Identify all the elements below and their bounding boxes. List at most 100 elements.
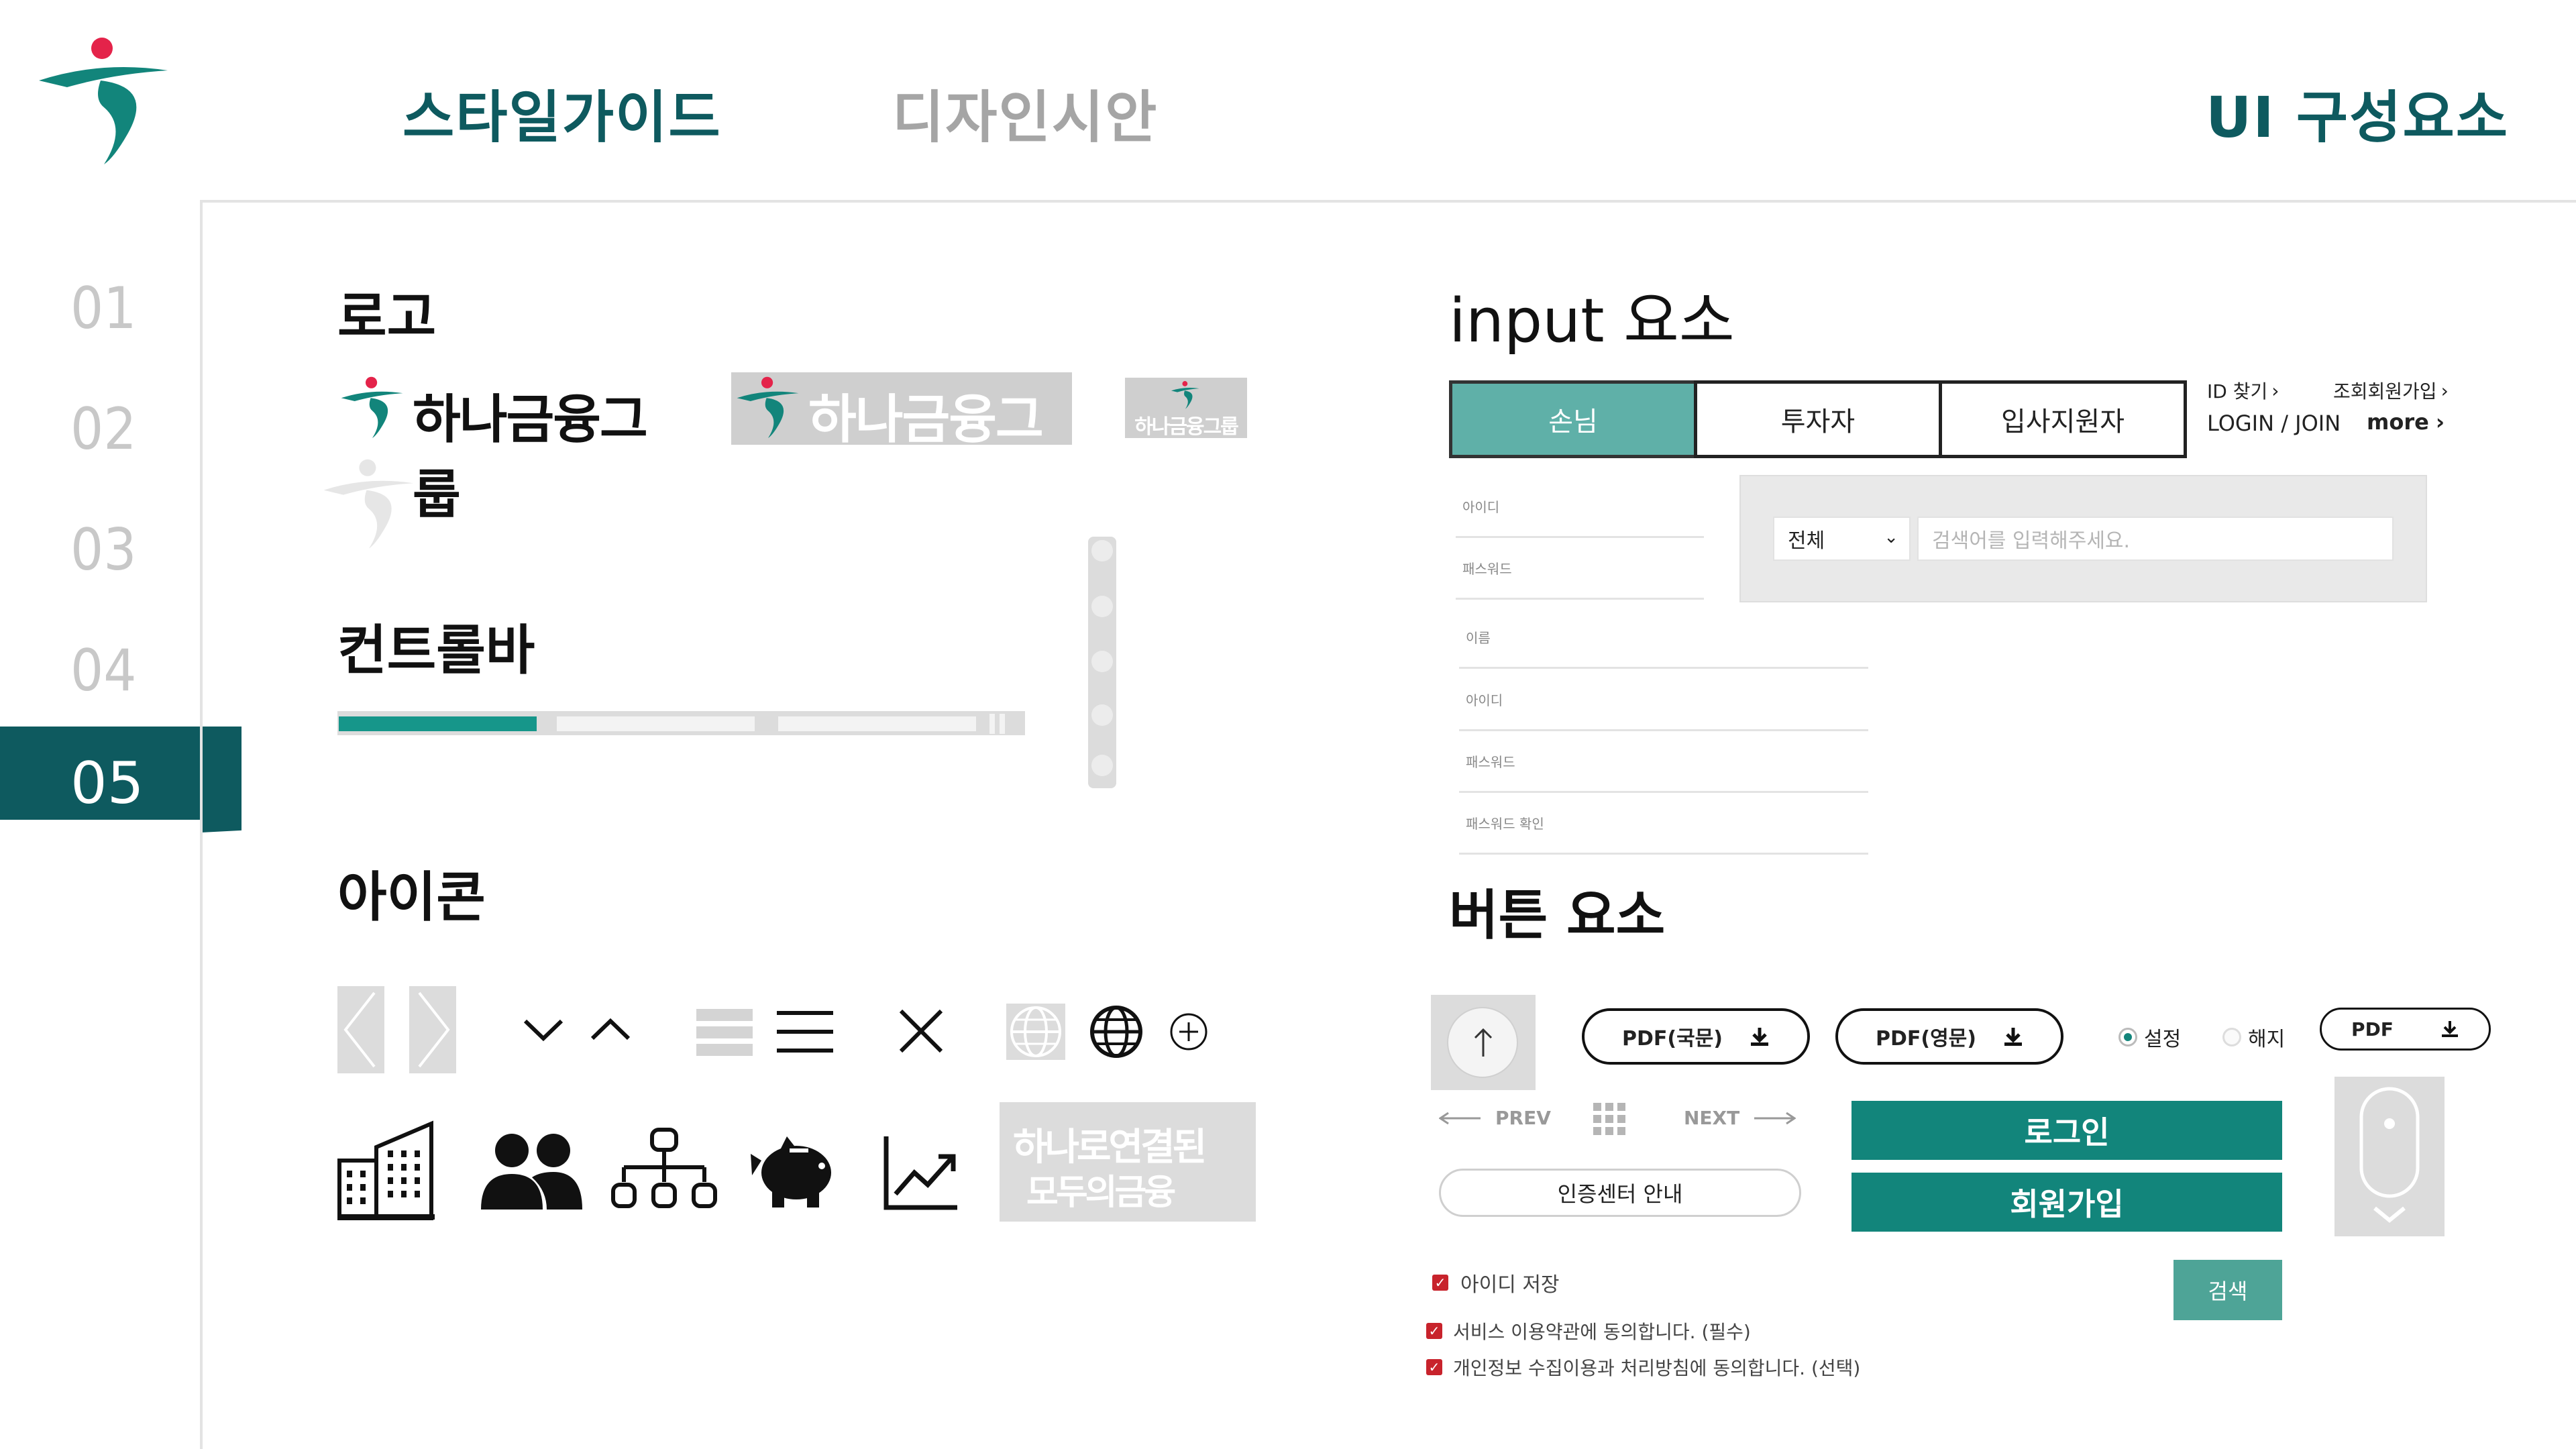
progress-fill	[339, 716, 537, 731]
section-title-controlbar: 컨트롤바	[337, 619, 535, 682]
radio-option-off[interactable]: 해지	[2222, 1022, 2285, 1052]
radio-option-on[interactable]: 설정	[2118, 1022, 2181, 1052]
section-title-input: input 요소	[1449, 286, 1735, 356]
sidebar-item-05[interactable]: 05	[70, 750, 144, 817]
radio-off-label: 해지	[2248, 1028, 2286, 1051]
scroll-dot[interactable]	[1091, 596, 1113, 617]
grid-icon[interactable]	[1593, 1103, 1627, 1139]
brand-logo-small: 하나금융그룹	[1125, 378, 1247, 439]
join-link[interactable]: 조회회원가입 ›	[2333, 377, 2449, 404]
arrow-right-icon[interactable]	[409, 986, 456, 1073]
checkbox-checked-icon: ✓	[1426, 1323, 1442, 1339]
pdf-english-label: PDF(영문)	[1875, 1027, 1976, 1051]
building-icon	[337, 1120, 435, 1224]
search-category-select[interactable]: 전체 ⌄	[1773, 517, 1911, 561]
sidebar-item-01[interactable]: 01	[70, 275, 136, 342]
search-button[interactable]: 검색	[2174, 1260, 2282, 1320]
progress-handle[interactable]	[989, 714, 995, 734]
slogan-logo: 하나로연결된 모두의금융	[1000, 1102, 1256, 1222]
chevron-down-icon[interactable]	[520, 1013, 567, 1049]
menu-grey-icon[interactable]	[696, 1006, 753, 1061]
scroll-dot[interactable]	[1091, 540, 1113, 561]
field-id[interactable]: 아이디	[1456, 496, 1704, 538]
section-title-logo: 로고	[337, 286, 437, 348]
arrow-up-icon	[1474, 1028, 1493, 1057]
checkbox-checked-icon: ✓	[1432, 1275, 1448, 1291]
piggy-bank-icon	[748, 1134, 839, 1214]
globe-grey-icon[interactable]	[1006, 1004, 1065, 1060]
chevron-down-icon: ⌄	[1884, 527, 1898, 547]
chevron-right-icon: ›	[2271, 379, 2279, 402]
pdf-korean-label: PDF(국문)	[1621, 1027, 1723, 1051]
login-button[interactable]: 로그인	[1851, 1101, 2282, 1160]
prev-button[interactable]: PREV	[1439, 1107, 1551, 1129]
more-link[interactable]: more ›	[2367, 409, 2445, 435]
progress-segment	[557, 716, 755, 731]
progress-handle[interactable]	[1000, 714, 1005, 734]
slogan-line-2: 모두의금융	[1026, 1173, 1176, 1213]
nav-style-guide[interactable]: 스타일가이드	[402, 72, 722, 154]
section-title-button: 버튼 요소	[1449, 884, 1666, 947]
download-icon	[2441, 1021, 2458, 1037]
nav-design-draft[interactable]: 디자인시안	[892, 72, 1158, 154]
chevron-up-icon[interactable]	[587, 1013, 634, 1049]
scroll-dot[interactable]	[1091, 651, 1113, 672]
sidebar-item-02[interactable]: 02	[70, 396, 136, 463]
login-join-link[interactable]: LOGIN / JOIN	[2207, 411, 2341, 436]
radio-off-icon	[2222, 1028, 2241, 1046]
users-icon	[480, 1130, 584, 1214]
brand-logo-text: 하나금융그룹	[413, 390, 648, 525]
slogan-line-1: 하나로연결된	[1013, 1126, 1207, 1169]
close-icon[interactable]	[898, 1008, 945, 1057]
find-id-label: ID 찾기	[2207, 380, 2268, 402]
mouse-icon	[2359, 1087, 2420, 1223]
tab-applicant[interactable]: 입사지원자	[1939, 380, 2187, 458]
arrow-left-icon[interactable]	[337, 986, 384, 1073]
tab-customer[interactable]: 손님	[1449, 380, 1697, 458]
radio-on-label: 설정	[2144, 1028, 2182, 1051]
scroll-indicator[interactable]	[2334, 1077, 2445, 1236]
search-select-value: 전체	[1788, 529, 1825, 553]
find-id-link[interactable]: ID 찾기 ›	[2207, 377, 2279, 404]
pdf-korean-button[interactable]: PDF(국문)	[1582, 1008, 1810, 1065]
brand-logo-on-grey: 하나금융그룹	[731, 372, 1072, 525]
chevron-right-icon: ›	[2440, 379, 2449, 402]
menu-icon[interactable]	[777, 1010, 833, 1057]
scroll-dot[interactable]	[1091, 755, 1113, 776]
chevron-right-icon: ›	[2435, 409, 2445, 435]
brand-logo-small-text: 하나금융그룹	[1134, 415, 1239, 439]
save-id-label: 아이디 저장	[1460, 1273, 1560, 1297]
search-input[interactable]: 검색어를 입력해주세요.	[1917, 517, 2394, 561]
terms-checkbox[interactable]: ✓ 서비스 이용약관에 동의합니다. (필수)	[1426, 1318, 1751, 1344]
download-icon	[2004, 1028, 2022, 1046]
field-password[interactable]: 패스워드	[1456, 558, 1704, 600]
field-password-confirm[interactable]: 패스워드 확인	[1459, 813, 1868, 855]
field-id-2[interactable]: 아이디	[1459, 690, 1868, 731]
next-button[interactable]: NEXT	[1684, 1107, 1796, 1129]
prev-label: PREV	[1495, 1107, 1551, 1129]
field-password-2[interactable]: 패스워드	[1459, 751, 1868, 793]
radio-on-icon	[2118, 1028, 2137, 1046]
growth-chart-icon	[882, 1134, 959, 1214]
field-name[interactable]: 이름	[1459, 627, 1868, 669]
cert-center-button[interactable]: 인증센터 안내	[1439, 1169, 1801, 1217]
pdf-button[interactable]: PDF	[2320, 1008, 2491, 1051]
scroll-top-button[interactable]	[1431, 995, 1536, 1090]
globe-icon[interactable]	[1087, 1004, 1146, 1063]
sidebar-item-04[interactable]: 04	[70, 637, 136, 704]
arrow-left-icon	[1439, 1112, 1481, 1124]
plus-circle-icon[interactable]	[1169, 1012, 1209, 1055]
privacy-checkbox[interactable]: ✓ 개인정보 수집이용과 처리방침에 동의합니다. (선택)	[1426, 1354, 1860, 1381]
checkbox-checked-icon: ✓	[1426, 1359, 1442, 1375]
scroll-dot[interactable]	[1091, 704, 1113, 726]
tab-investor[interactable]: 투자자	[1694, 380, 1942, 458]
progress-segment	[778, 716, 976, 731]
arrow-right-icon	[1754, 1112, 1796, 1124]
nav-ui-components[interactable]: UI 구성요소	[2206, 72, 2509, 154]
hana-symbol-grey-icon	[315, 456, 423, 559]
save-id-checkbox[interactable]: ✓ 아이디 저장	[1432, 1268, 1560, 1297]
pdf-english-button[interactable]: PDF(영문)	[1835, 1008, 2063, 1065]
sidebar-item-03[interactable]: 03	[70, 517, 136, 584]
hana-logo-icon[interactable]	[27, 34, 181, 174]
signup-button[interactable]: 회원가입	[1851, 1173, 2282, 1232]
